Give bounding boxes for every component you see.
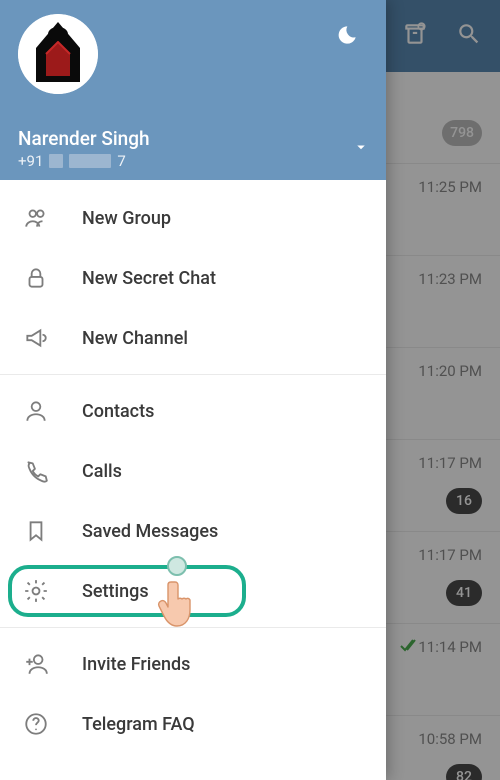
menu-settings[interactable]: Settings [0, 561, 386, 621]
menu-invite-friends[interactable]: Invite Friends [0, 634, 386, 694]
phone-icon [22, 458, 50, 484]
menu-label: New Secret Chat [82, 268, 216, 289]
lock-icon [22, 265, 50, 291]
menu-divider [0, 374, 386, 375]
menu-label: Telegram FAQ [82, 714, 195, 735]
menu-new-channel[interactable]: New Channel [0, 308, 386, 368]
avatar[interactable] [18, 14, 98, 94]
menu-label: Calls [82, 461, 122, 482]
menu-new-secret-chat[interactable]: New Secret Chat [0, 248, 386, 308]
menu-calls[interactable]: Calls [0, 441, 386, 501]
navigation-drawer: Narender Singh +91 7 [0, 0, 386, 780]
menu-telegram-faq[interactable]: Telegram FAQ [0, 694, 386, 754]
menu-label: New Group [82, 208, 171, 229]
drawer-header: Narender Singh +91 7 [0, 0, 386, 180]
bookmark-icon [22, 518, 50, 544]
menu-label: Settings [82, 581, 149, 602]
add-person-icon [22, 651, 50, 677]
menu-label: Invite Friends [82, 654, 190, 675]
profile-name: Narender Singh [18, 127, 150, 150]
megaphone-icon [22, 325, 50, 351]
expand-accounts-icon[interactable] [352, 138, 370, 160]
help-icon [22, 711, 50, 737]
drawer-menu: New Group New Secret Chat New Channel Co [0, 180, 386, 780]
gear-icon [22, 578, 50, 604]
menu-label: Contacts [82, 401, 154, 422]
profile-phone: +91 7 [18, 152, 150, 170]
menu-new-group[interactable]: New Group [0, 188, 386, 248]
menu-contacts[interactable]: Contacts [0, 381, 386, 441]
menu-saved-messages[interactable]: Saved Messages [0, 501, 386, 561]
menu-label: New Channel [82, 328, 188, 349]
group-icon [22, 205, 50, 231]
night-mode-icon[interactable] [334, 22, 360, 52]
person-icon [22, 398, 50, 424]
menu-label: Saved Messages [82, 521, 218, 542]
menu-divider [0, 627, 386, 628]
